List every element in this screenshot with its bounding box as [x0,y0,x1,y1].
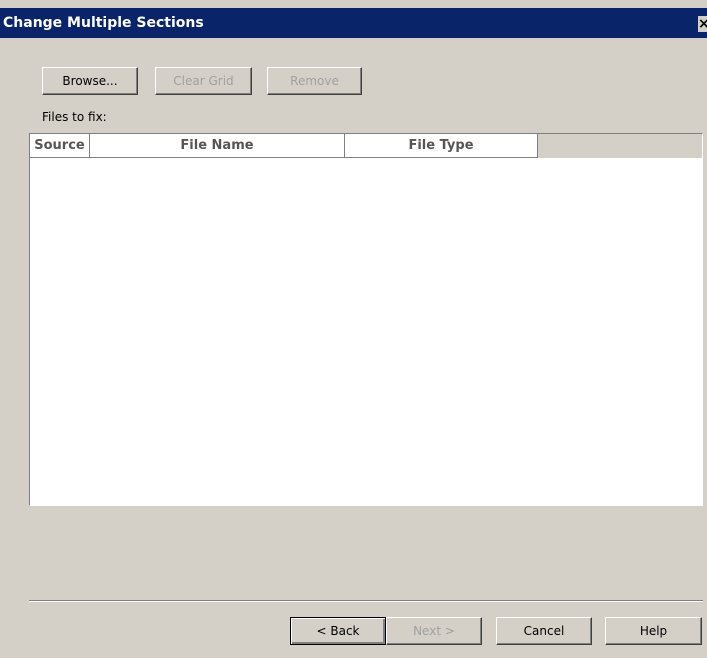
footer-separator [29,600,703,602]
cancel-button[interactable]: Cancel [496,617,592,645]
close-icon[interactable]: × [698,16,707,32]
browse-button[interactable]: Browse... [42,67,138,95]
clear-grid-button[interactable]: Clear Grid [155,67,252,95]
title-bar: Change Multiple Sections × [0,8,707,38]
grid-header: Source File Name File Type [30,134,702,158]
back-button[interactable]: < Back [290,617,386,645]
column-header-file-type[interactable]: File Type [345,134,538,158]
column-header-source[interactable]: Source [30,134,90,158]
remove-button[interactable]: Remove [267,67,362,95]
files-grid[interactable]: Source File Name File Type [29,133,703,506]
next-button[interactable]: Next > [386,617,482,645]
column-header-file-name[interactable]: File Name [90,134,345,158]
window-title: Change Multiple Sections [3,15,204,31]
files-to-fix-label: Files to fix: [42,110,107,124]
help-button[interactable]: Help [605,617,702,645]
